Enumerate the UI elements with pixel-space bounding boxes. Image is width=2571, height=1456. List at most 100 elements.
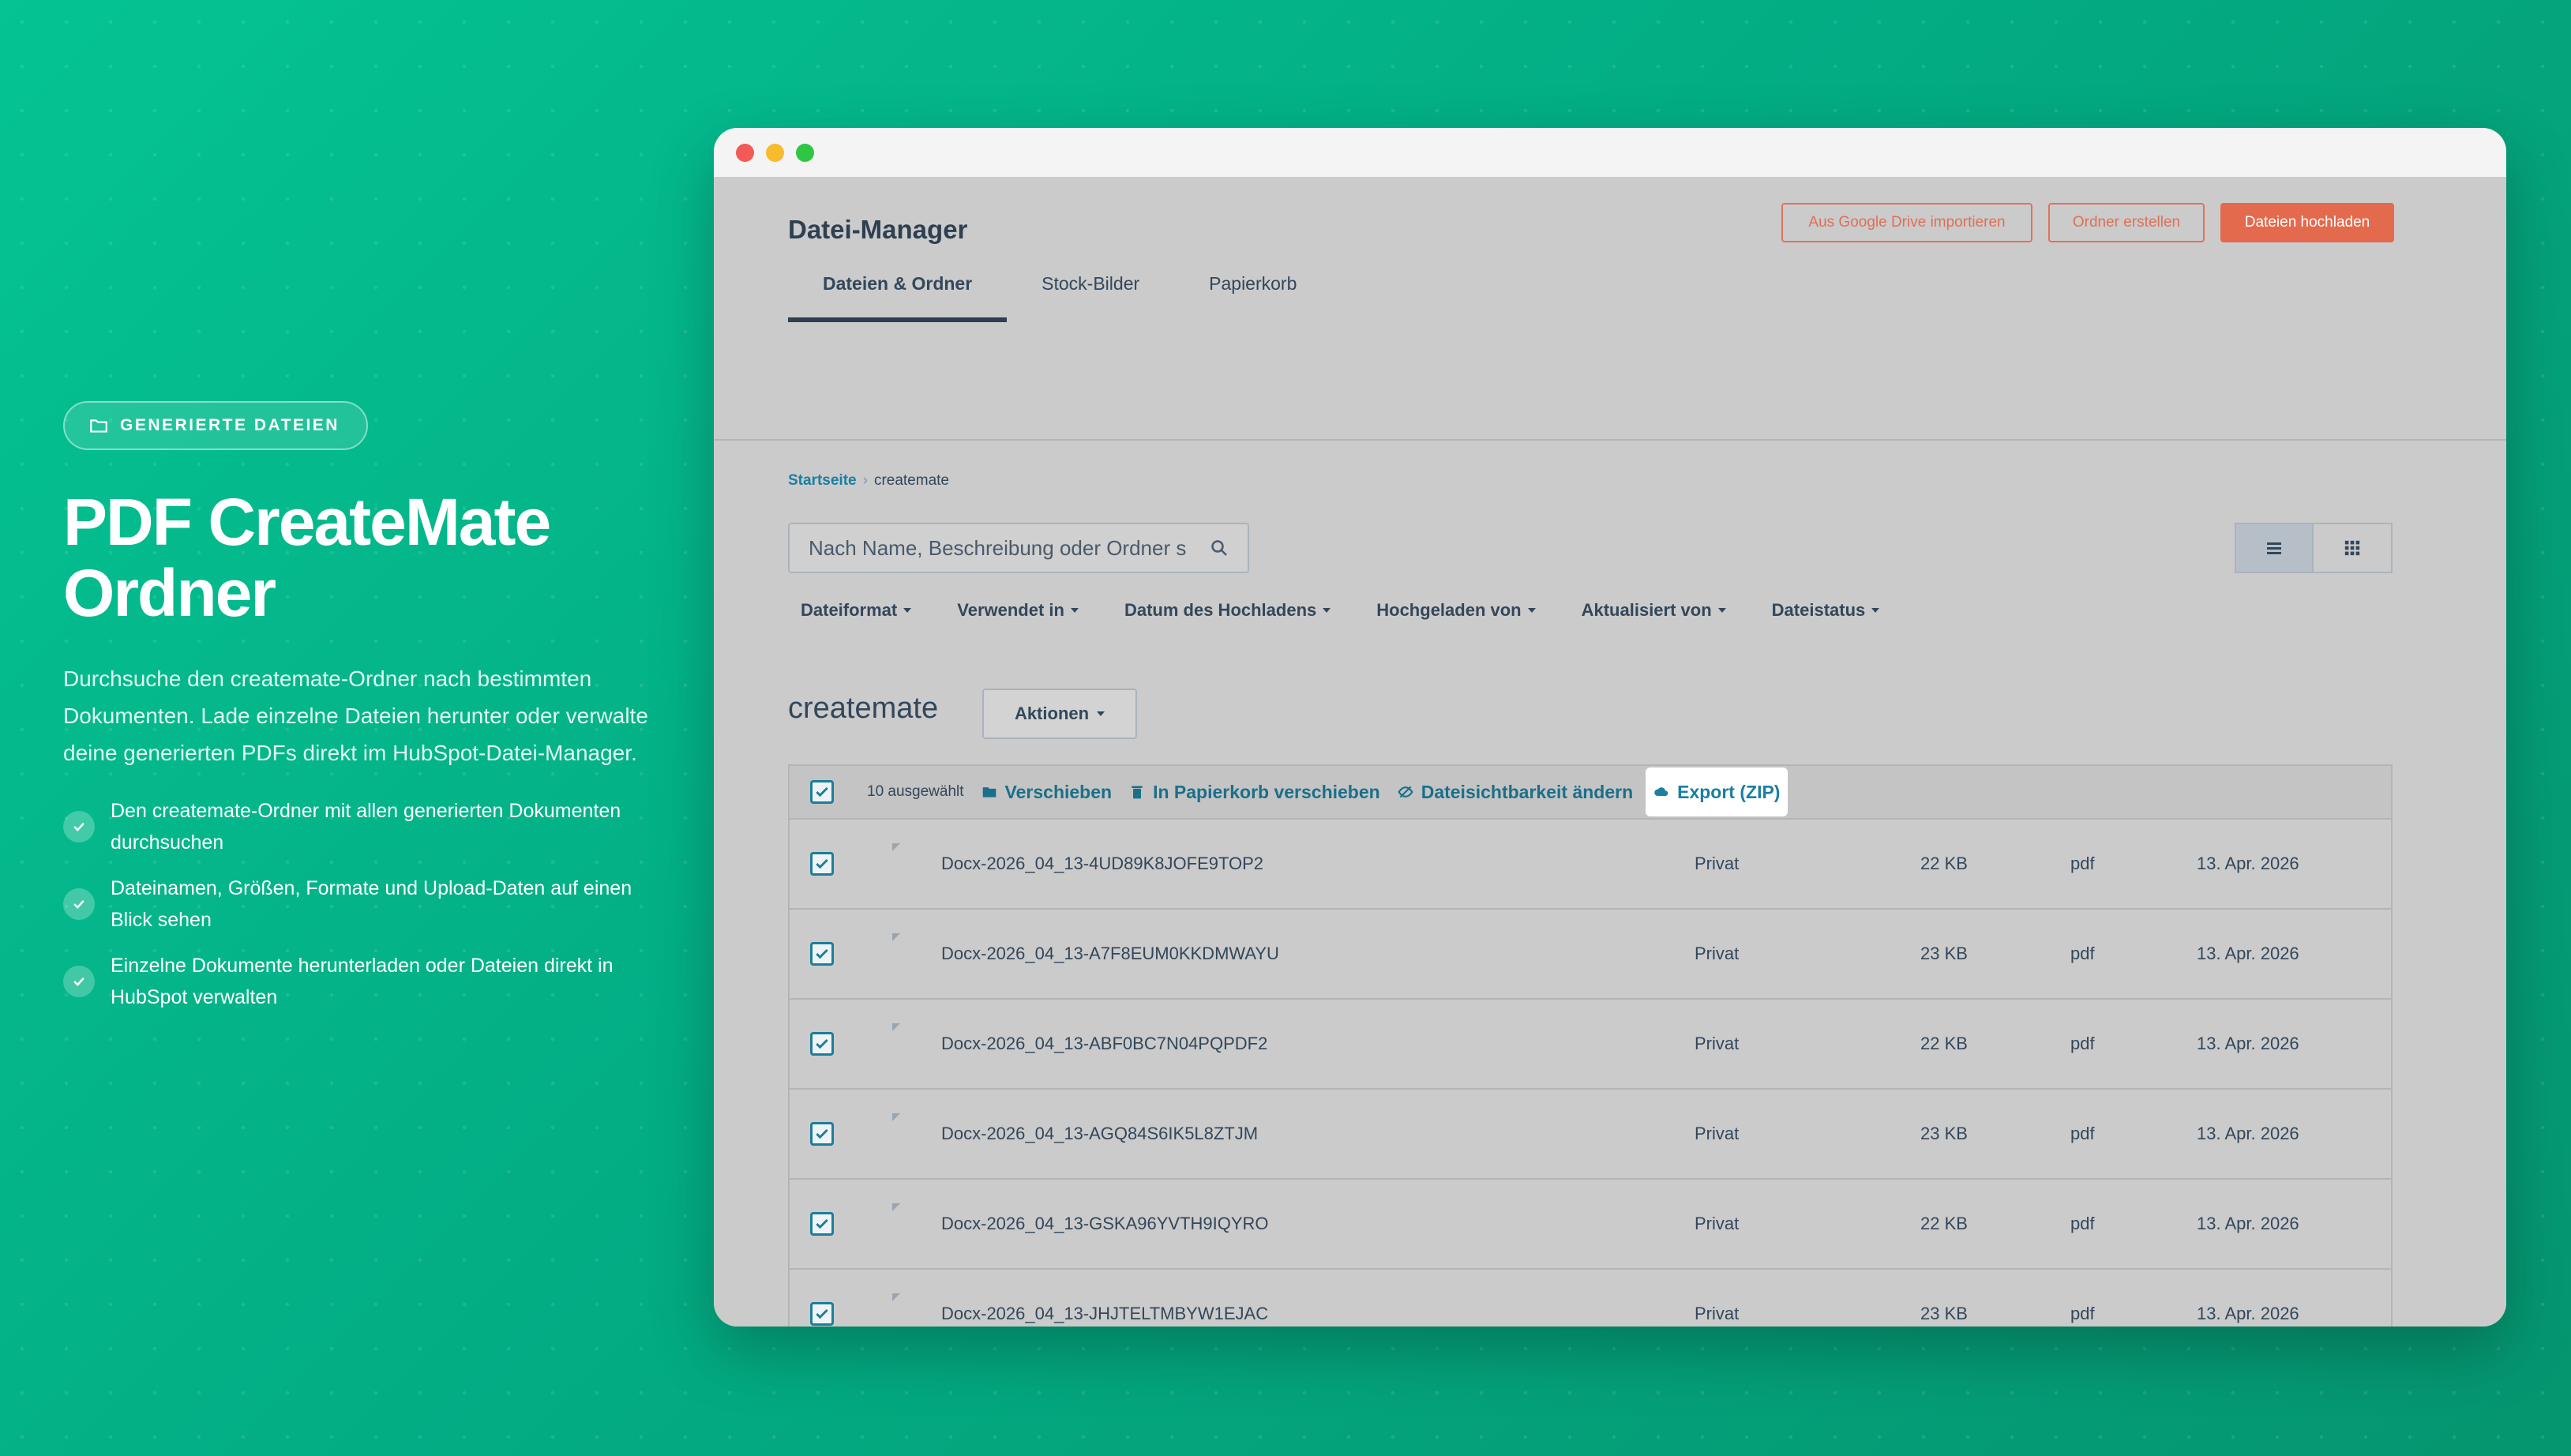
file-visibility: Privat: [1695, 1034, 1740, 1053]
filter-uploaded-by[interactable]: Hochgeladen von: [1376, 600, 1536, 621]
checkmark-icon: [63, 888, 95, 920]
folder-heading: createmate: [788, 692, 939, 725]
filter-updated-by[interactable]: Aktualisiert von: [1582, 600, 1726, 621]
file-row[interactable]: Docx-2026_04_13-A7F8EUM0KKDMWAYU Privat …: [790, 910, 2391, 1000]
file-row[interactable]: Docx-2026_04_13-4UD89K8JOFE9TOP2 Privat …: [790, 820, 2391, 910]
filter-upload-date[interactable]: Datum des Hochladens: [1124, 600, 1331, 621]
file-visibility: Privat: [1695, 1304, 1740, 1323]
list-view-button[interactable]: [2235, 523, 2314, 573]
search-icon[interactable]: [1210, 538, 1229, 557]
feature-item: Den createmate-Ordner mit allen generier…: [63, 795, 671, 858]
tab-divider: [714, 439, 2506, 441]
import-google-drive-button[interactable]: Aus Google Drive importieren: [1781, 203, 2032, 242]
filter-used-in[interactable]: Verwendet in: [957, 600, 1079, 621]
move-label: Verschieben: [1004, 781, 1113, 802]
checkmark-icon: [63, 966, 95, 997]
file-rows: Docx-2026_04_13-4UD89K8JOFE9TOP2 Privat …: [790, 820, 2391, 1327]
move-button[interactable]: Verschieben: [981, 781, 1113, 803]
row-checkbox[interactable]: [810, 1122, 834, 1146]
selected-count: 10 ausgewählt: [867, 783, 964, 800]
file-date: 13. Apr. 2026: [2197, 854, 2299, 873]
file-size: 22 KB: [1920, 854, 1968, 873]
file-visibility: Privat: [1695, 1214, 1740, 1233]
breadcrumb-home-link[interactable]: Startseite: [788, 472, 857, 489]
caret-down-icon: [1070, 608, 1079, 613]
file-name[interactable]: Docx-2026_04_13-ABF0BC7N04PQPDF2: [941, 1034, 1267, 1054]
upload-files-button[interactable]: Dateien hochladen: [2220, 203, 2394, 242]
file-name[interactable]: Docx-2026_04_13-JHJTELTMBYW1EJAC: [941, 1304, 1268, 1324]
caret-down-icon: [1527, 608, 1536, 613]
file-name[interactable]: Docx-2026_04_13-A7F8EUM0KKDMWAYU: [941, 944, 1279, 964]
checkmark-icon: [816, 858, 828, 869]
file-thumbnail-icon: [892, 843, 900, 851]
feature-text: Einzelne Dokumente herunterladen oder Da…: [111, 955, 614, 1008]
file-format: pdf: [2070, 854, 2095, 873]
export-label: Export (ZIP): [1677, 781, 1781, 802]
file-thumbnail-icon: [892, 1293, 900, 1301]
file-thumbnail-icon: [892, 1023, 900, 1031]
filter-file-format[interactable]: Dateiformat: [801, 600, 912, 621]
tab-trash[interactable]: Papierkorb: [1174, 273, 1331, 322]
file-format: pdf: [2070, 944, 2095, 963]
move-to-trash-button[interactable]: In Papierkorb verschieben: [1129, 782, 1380, 803]
filter-label: Dateistatus: [1771, 600, 1866, 620]
cloud-download-icon: [1654, 787, 1668, 796]
tab-files-folders[interactable]: Dateien & Ordner: [788, 273, 1008, 322]
trash-label: In Papierkorb verschieben: [1153, 781, 1380, 802]
checkmark-icon: [816, 948, 828, 959]
file-row[interactable]: Docx-2026_04_13-GSKA96YVTH9IQYRO Privat …: [790, 1180, 2391, 1270]
file-row[interactable]: Docx-2026_04_13-AGQ84S6IK5L8ZTJM Privat …: [790, 1090, 2391, 1180]
breadcrumb-current: createmate: [873, 472, 949, 489]
row-checkbox[interactable]: [810, 1032, 834, 1056]
search-input[interactable]: [809, 535, 1210, 561]
create-folder-button[interactable]: Ordner erstellen: [2048, 203, 2205, 242]
select-all-checkbox[interactable]: [810, 780, 834, 804]
filter-bar: Dateiformat Verwendet in Datum des Hochl…: [801, 600, 1880, 621]
actions-dropdown[interactable]: Aktionen: [982, 689, 1137, 739]
folder-icon: [90, 419, 107, 433]
file-name[interactable]: Docx-2026_04_13-4UD89K8JOFE9TOP2: [941, 854, 1263, 874]
file-date: 13. Apr. 2026: [2197, 944, 2299, 963]
file-name[interactable]: Docx-2026_04_13-GSKA96YVTH9IQYRO: [941, 1214, 1269, 1234]
checkmark-icon: [816, 786, 828, 797]
checkmark-icon: [816, 1038, 828, 1049]
bulk-action-bar: 10 ausgewählt Verschieben In Papierkorb …: [790, 766, 2391, 820]
feature-text: Dateinamen, Größen, Formate und Upload-D…: [111, 877, 632, 931]
breadcrumb-separator: ›: [862, 472, 868, 489]
file-size: 23 KB: [1920, 1304, 1968, 1323]
folder-icon: [982, 787, 996, 797]
description: Durchsuche den createmate-Ordner nach be…: [63, 666, 648, 765]
close-window-button[interactable]: [736, 144, 754, 162]
feature-item: Einzelne Dokumente herunterladen oder Da…: [63, 950, 671, 1013]
checkmark-icon: [816, 1128, 828, 1139]
file-format: pdf: [2070, 1124, 2095, 1143]
tab-bar: Dateien & Ordner Stock-Bilder Papierkorb: [788, 273, 1331, 322]
filter-label: Verwendet in: [957, 600, 1064, 620]
filter-label: Dateiformat: [801, 600, 898, 620]
filter-file-status[interactable]: Dateistatus: [1772, 600, 1880, 621]
file-thumbnail-icon: [892, 933, 900, 941]
app-window: Datei-Manager Aus Google Drive importier…: [714, 128, 2506, 1327]
minimize-window-button[interactable]: [766, 144, 784, 162]
file-visibility: Privat: [1695, 854, 1740, 873]
grid-view-button[interactable]: [2314, 523, 2393, 573]
row-checkbox[interactable]: [810, 1212, 834, 1236]
row-checkbox[interactable]: [810, 942, 834, 966]
file-name[interactable]: Docx-2026_04_13-AGQ84S6IK5L8ZTJM: [941, 1124, 1258, 1144]
file-visibility: Privat: [1695, 1124, 1740, 1143]
export-zip-button[interactable]: Export (ZIP): [1646, 767, 1788, 816]
caret-down-icon: [1323, 608, 1331, 613]
caret-down-icon: [1717, 608, 1726, 613]
maximize-window-button[interactable]: [796, 144, 814, 162]
trash-icon: [1132, 786, 1143, 799]
file-row[interactable]: Docx-2026_04_13-ABF0BC7N04PQPDF2 Privat …: [790, 1000, 2391, 1090]
row-checkbox[interactable]: [810, 1302, 834, 1326]
actions-label: Aktionen: [1014, 704, 1090, 723]
file-row[interactable]: Docx-2026_04_13-JHJTELTMBYW1EJAC Privat …: [790, 1270, 2391, 1327]
change-visibility-button[interactable]: Dateisichtbarkeit ändern: [1398, 782, 1633, 803]
file-thumbnail-icon: [892, 1203, 900, 1211]
file-manager: Datei-Manager Aus Google Drive importier…: [714, 177, 2506, 1327]
tab-stock-images[interactable]: Stock-Bilder: [1007, 273, 1174, 322]
file-size: 23 KB: [1920, 944, 1968, 963]
row-checkbox[interactable]: [810, 852, 834, 876]
